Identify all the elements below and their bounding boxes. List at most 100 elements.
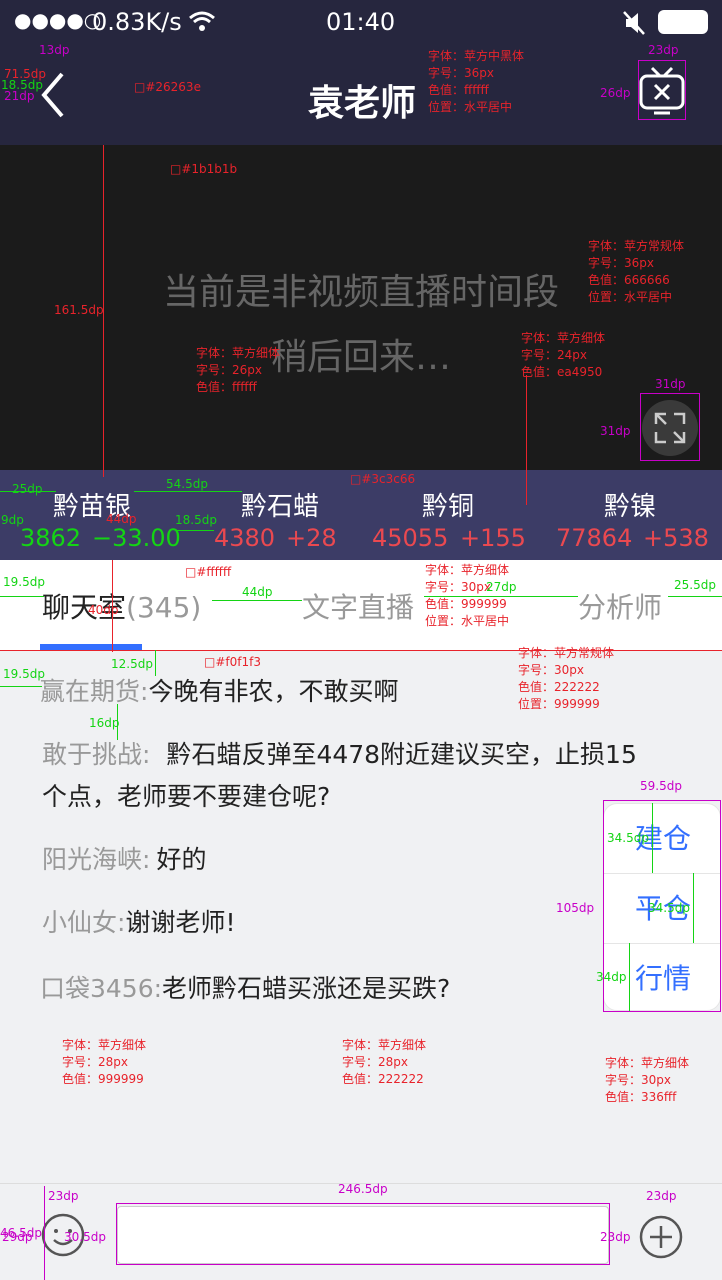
chat-message: 赢在期货:今晚有非农，不敢买啊 [40, 672, 398, 712]
chat-text: 好的 [156, 845, 207, 874]
dim-label: 30.5dp [64, 1230, 106, 1244]
dim-label: 105dp [556, 901, 595, 915]
price-name: 黔镍 [603, 492, 656, 522]
price-value: 3862 [20, 524, 82, 552]
dim-line [424, 596, 578, 597]
dim-label: 40dp [88, 603, 119, 617]
dim-label: 59.5dp [640, 779, 682, 793]
annotation-nav-title: 字体：苹方中黑体 字号：36px 色值：ffffff 位置：水平居中 [428, 49, 525, 114]
dim-label: 13dp [39, 43, 70, 57]
chat-user: 小仙女: [42, 908, 126, 937]
chat-user: 阳光海峡: [42, 845, 151, 874]
chat-user: 口袋3456: [40, 974, 163, 1003]
annotation-price-bg: □#3c3c66 [350, 472, 416, 486]
annotation-leader [0, 650, 722, 651]
price-change: +538 [643, 524, 709, 552]
annotation-nav-bg: □#26263e [134, 80, 201, 94]
dim-line [629, 943, 630, 1011]
dim-line [0, 596, 44, 597]
annotation-chat-bg: □#f0f1f3 [204, 655, 261, 669]
dim-label: 25.5dp [674, 578, 716, 592]
dim-line [134, 491, 242, 492]
tab-text-live[interactable]: 文字直播 [302, 586, 414, 626]
dim-label: 19.5dp [3, 667, 45, 681]
dim-label: 31dp [655, 377, 686, 391]
dim-line [693, 873, 694, 943]
chat-text: 黔石蜡反弹至4478附近建议买空，止损15 [166, 740, 637, 769]
dim-label: 12.5dp [111, 657, 153, 671]
dim-label: 18.5dp [175, 513, 217, 527]
page-title: 袁老师 [308, 83, 417, 124]
chat-message: 小仙女:谢谢老师! [42, 903, 235, 943]
dim-label: 9dp [1, 513, 24, 527]
wifi-icon [188, 10, 216, 36]
dim-line [44, 1186, 45, 1280]
chat-text: 谢谢老师! [125, 908, 236, 937]
price-value: 45055 [372, 524, 449, 552]
dim-box [116, 1203, 610, 1265]
price-change: +155 [460, 524, 526, 552]
dim-label: 25dp [12, 482, 43, 496]
annotation-tab-bg: □#ffffff [185, 565, 232, 579]
annotation-price-name: 字体：苹方细体 字号：26px 色值：ffffff [196, 346, 281, 394]
battery-icon [658, 10, 708, 34]
dim-label: 19.5dp [3, 575, 45, 589]
chat-message: 口袋3456:老师黔石蜡买涨还是买跌? [40, 969, 450, 1009]
dim-label: 44dp [242, 585, 273, 599]
annotation-chat-name: 字体：苹方细体 字号：28px 色值：999999 [62, 1038, 147, 1086]
clock: 01:40 [326, 8, 396, 36]
tab-count: (345) [126, 591, 202, 624]
dim-label: 246.5dp [338, 1182, 388, 1196]
dim-label: 26dp [600, 86, 631, 100]
dim-line [652, 803, 653, 873]
annotation-tab-active: 字体：苹方常规体 字号：30px 色值：222222 位置：999999 [518, 646, 615, 711]
dim-line [0, 491, 56, 492]
video-message-line2: 稍后回来… [270, 337, 451, 378]
dim-label: 23dp [648, 43, 679, 57]
tab-analyst[interactable]: 分析师 [578, 586, 662, 626]
mute-icon [622, 10, 646, 40]
dim-label: 21dp [4, 89, 35, 103]
dim-line [0, 686, 42, 687]
chat-user: 赢在期货: [40, 677, 149, 706]
video-area: 当前是非视频直播时间段 稍后回来… [0, 145, 722, 470]
price-name: 黔铜 [421, 492, 474, 522]
price-value: 77864 [556, 524, 633, 552]
chat-text: 个点，老师要不要建仓呢? [42, 782, 331, 811]
dim-line [176, 530, 214, 531]
dim-label: 23dp [48, 1189, 79, 1203]
price-change: +28 [286, 524, 337, 552]
dim-box [638, 60, 686, 120]
dim-line [668, 596, 722, 597]
plus-icon [639, 1215, 683, 1259]
network-speed: 0.83K/s [92, 8, 182, 36]
dim-label: 44dp [106, 512, 137, 526]
dim-label: 31dp [600, 424, 631, 438]
chat-text: 今晚有非农，不敢买啊 [148, 677, 399, 706]
dim-label: 161.5dp [54, 303, 104, 317]
add-button[interactable] [638, 1214, 684, 1264]
signal-indicator: ●●●●○ [14, 8, 102, 32]
chat-message: 阳光海峡: 好的 [42, 840, 206, 880]
annotation-video-text: 字体：苹方常规体 字号：36px 色值：666666 位置：水平居中 [588, 239, 685, 304]
price-change: −33.00 [92, 524, 181, 552]
dim-line [212, 600, 302, 601]
tab-chatroom[interactable]: 聊天室(345) [42, 586, 201, 626]
dim-label: 23dp [646, 1189, 677, 1203]
price-value: 4380 [214, 524, 276, 552]
annotation-side-btn: 字体：苹方细体 字号：30px 色值：336fff [605, 1056, 690, 1104]
top-bar: ●●●●○ 0.83K/s 01:40 袁老师 [0, 0, 722, 145]
annotation-leader [526, 375, 527, 505]
dim-line [117, 704, 118, 740]
annotation-price-val: 字体：苹方细体 字号：24px 色值：ea4950 [521, 331, 606, 379]
dim-box [603, 800, 721, 1012]
dim-label: 16dp [89, 716, 120, 730]
annotation-chat-msg: 字体：苹方细体 字号：28px 色值：222222 [342, 1038, 427, 1086]
annotation-video-bg: □#1b1b1b [170, 162, 238, 176]
dim-label: 29dp [2, 1230, 33, 1244]
chat-message: 个点，老师要不要建仓呢? [42, 777, 330, 817]
dim-label: 27dp [486, 580, 517, 594]
dim-line [155, 650, 156, 676]
chat-user: 敢于挑战: [42, 740, 151, 769]
chat-text: 老师黔石蜡买涨还是买跌? [162, 974, 451, 1003]
